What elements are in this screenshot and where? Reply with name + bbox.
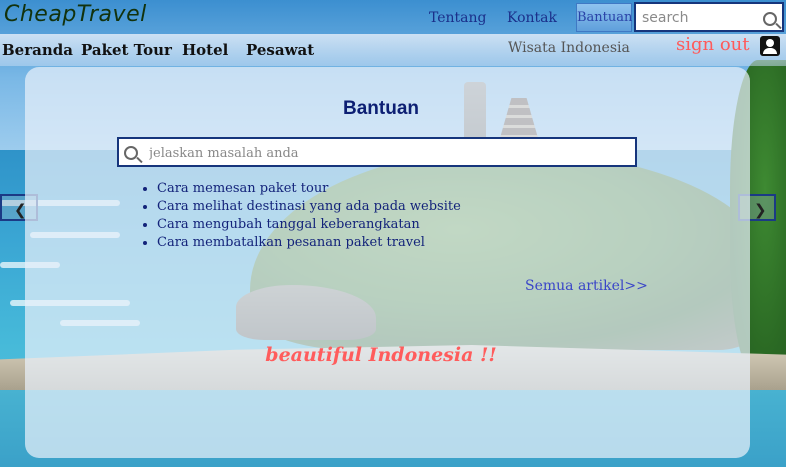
main-nav: Beranda Paket Tour Hotel Pesawat Wisata … <box>0 34 786 66</box>
hero-tagline: beautiful Indonesia !! <box>265 344 497 366</box>
site-search <box>634 2 784 32</box>
help-search <box>117 137 637 167</box>
help-search-input[interactable] <box>149 144 619 162</box>
help-article-link[interactable]: Cara melihat destinasi yang ada pada web… <box>157 198 461 216</box>
site-logo[interactable]: CheapTravel <box>4 2 147 27</box>
nav-item-beranda[interactable]: Beranda <box>2 41 73 59</box>
all-articles-link[interactable]: Semua artikel>> <box>525 278 648 294</box>
help-article-list: Cara memesan paket tour Cara melihat des… <box>157 180 461 252</box>
signout-link[interactable]: sign out <box>676 34 750 55</box>
search-icon <box>124 146 138 160</box>
help-article-link[interactable]: Cara membatalkan pesanan paket travel <box>157 234 461 252</box>
site-search-input[interactable] <box>642 8 760 28</box>
toplink-tentang[interactable]: Tentang <box>429 10 487 26</box>
search-icon[interactable] <box>763 12 777 26</box>
help-article-link[interactable]: Cara memesan paket tour <box>157 180 461 198</box>
toplink-bantuan[interactable]: Bantuan <box>576 3 632 32</box>
help-title: Bantuan <box>343 98 419 119</box>
nav-item-hotel[interactable]: Hotel <box>182 41 228 59</box>
help-article-link[interactable]: Cara mengubah tanggal keberangkatan <box>157 216 461 234</box>
chevron-right-icon: ❯ <box>754 201 767 219</box>
nav-item-pesawat[interactable]: Pesawat <box>246 41 314 59</box>
help-panel: Bantuan Cara memesan paket tour Cara mel… <box>25 67 750 458</box>
user-icon[interactable] <box>760 36 780 56</box>
toplink-kontak[interactable]: Kontak <box>507 10 557 26</box>
nav-item-wisata-indonesia[interactable]: Wisata Indonesia <box>508 40 630 56</box>
top-bar: CheapTravel Tentang Kontak Bantuan <box>0 0 786 34</box>
nav-item-paket-tour[interactable]: Paket Tour <box>81 41 172 59</box>
